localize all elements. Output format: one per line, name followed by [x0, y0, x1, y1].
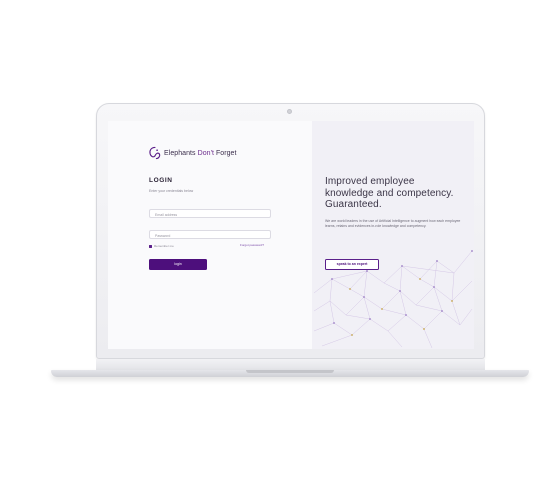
login-button[interactable]: login — [149, 259, 207, 270]
brand-name: Elephants Don't Forget — [164, 149, 237, 157]
promo-panel: Improved employee knowledge and competen… — [312, 121, 474, 349]
login-title: LOGIN — [149, 177, 173, 184]
screen: Elephants Don't Forget LOGIN Enter your … — [108, 121, 474, 349]
remember-me[interactable]: Remember me — [149, 244, 174, 248]
laptop-hinge — [96, 359, 485, 370]
login-panel: Elephants Don't Forget LOGIN Enter your … — [108, 121, 312, 349]
remember-label: Remember me — [154, 244, 174, 248]
remember-checkbox[interactable] — [149, 244, 152, 248]
network-graph-icon — [313, 250, 473, 349]
brand-logo[interactable]: Elephants Don't Forget — [148, 146, 237, 160]
laptop-notch — [246, 370, 334, 373]
password-field[interactable] — [149, 230, 271, 239]
camera-icon — [287, 109, 292, 114]
promo-headline: Improved employee knowledge and competen… — [325, 176, 454, 210]
login-subtitle: Enter your credentials below — [149, 189, 194, 193]
promo-body: We are world leaders in the use of Artif… — [325, 219, 461, 229]
elephant-logo-icon — [149, 146, 161, 160]
forgot-password-link[interactable]: Forgot password? — [240, 243, 264, 247]
email-field[interactable] — [149, 209, 271, 218]
